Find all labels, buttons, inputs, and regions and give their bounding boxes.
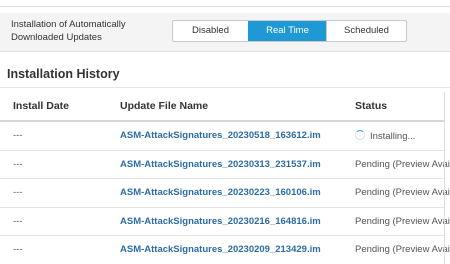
auto-install-label-line1: Installation of Automatically: [11, 19, 126, 30]
update-file-link[interactable]: ASM-AttackSignatures_20230313_231537.im: [120, 159, 321, 170]
table-row: --- ASM-AttackSignatures_20230313_231537…: [0, 151, 450, 179]
install-date-cell: ---: [13, 187, 23, 198]
update-file-link[interactable]: ASM-AttackSignatures_20230216_164816.im: [120, 216, 321, 227]
install-mode-scheduled-button[interactable]: Scheduled: [326, 21, 406, 41]
table-row: --- ASM-AttackSignatures_20230518_163612…: [0, 122, 445, 151]
install-date-cell: ---: [13, 130, 23, 141]
installation-settings-page: Installation of Automatically Downloaded…: [0, 0, 450, 264]
install-date-cell: ---: [13, 215, 23, 227]
update-file-link[interactable]: ASM-AttackSignatures_20230518_163612.im: [120, 130, 321, 141]
status-cell: Pending (Preview Avai: [355, 244, 450, 255]
status-cell: Pending (Preview Avai: [355, 158, 450, 170]
installation-history-title: Installation History: [7, 67, 120, 81]
update-file-link[interactable]: ASM-AttackSignatures_20230223_160106.im: [120, 187, 321, 198]
install-mode-disabled-button[interactable]: Disabled: [173, 21, 248, 41]
install-date-cell: ---: [13, 244, 23, 255]
column-header-status[interactable]: Status: [355, 100, 387, 112]
status-cell: Installing...: [355, 130, 415, 142]
table-row: --- ASM-AttackSignatures_20230223_160106…: [0, 179, 450, 208]
section-divider: [0, 87, 450, 88]
install-date-cell: ---: [13, 158, 23, 170]
table-right-border: [444, 92, 445, 264]
update-file-link[interactable]: ASM-AttackSignatures_20230209_213429.im: [120, 244, 321, 255]
status-text: Installing...: [370, 131, 416, 142]
table-row: --- ASM-AttackSignatures_20230209_213429…: [0, 236, 450, 264]
status-cell: Pending (Preview Avai: [355, 215, 450, 227]
install-mode-realtime-button[interactable]: Real Time: [248, 21, 326, 41]
table-header: Install Date Update File Name Status: [0, 92, 445, 122]
auto-install-label-line2: Downloaded Updates: [11, 32, 102, 43]
auto-install-setting-row: Installation of Automatically Downloaded…: [0, 13, 450, 52]
installation-history-table: Install Date Update File Name Status ---…: [0, 92, 450, 264]
column-header-install-date[interactable]: Install Date: [13, 100, 69, 112]
table-row: --- ASM-AttackSignatures_20230216_164816…: [0, 208, 450, 236]
status-cell: Pending (Preview Avai: [355, 187, 450, 198]
auto-install-label: Installation of Automatically Downloaded…: [11, 18, 161, 44]
column-header-update-file-name[interactable]: Update File Name: [120, 100, 208, 112]
top-divider: [0, 0, 450, 7]
install-mode-selector: Disabled Real Time Scheduled: [172, 20, 407, 42]
spinner-icon: [355, 130, 365, 140]
